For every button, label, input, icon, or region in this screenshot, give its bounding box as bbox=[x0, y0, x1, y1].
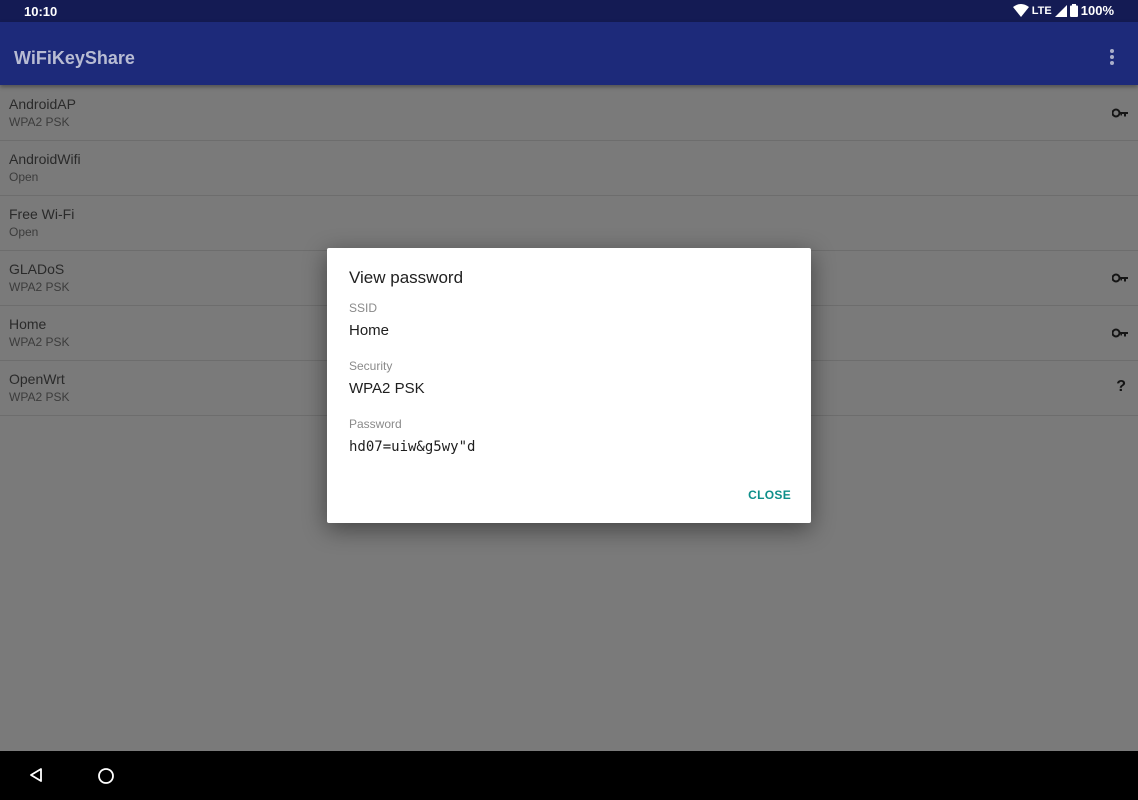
key-icon[interactable] bbox=[1112, 105, 1128, 121]
network-ssid: AndroidAP bbox=[9, 96, 76, 112]
network-ssid: AndroidWifi bbox=[9, 151, 81, 167]
network-item-androidap[interactable]: AndroidAP WPA2 PSK bbox=[0, 86, 1138, 141]
security-value: WPA2 PSK bbox=[349, 380, 425, 397]
view-password-dialog: View password SSID Home Security WPA2 PS… bbox=[327, 248, 811, 523]
network-ssid: OpenWrt bbox=[9, 371, 65, 387]
network-item-androidwifi[interactable]: AndroidWifi Open bbox=[0, 141, 1138, 196]
key-icon[interactable] bbox=[1112, 270, 1128, 286]
status-bar: 10:10 LTE 100% bbox=[0, 0, 1138, 22]
security-label: Security bbox=[349, 359, 393, 373]
back-icon[interactable] bbox=[28, 767, 44, 783]
status-time: 10:10 bbox=[24, 4, 58, 19]
network-security: WPA2 PSK bbox=[9, 390, 70, 404]
network-security: WPA2 PSK bbox=[9, 280, 70, 294]
network-security: WPA2 PSK bbox=[9, 335, 70, 349]
network-ssid: Home bbox=[9, 316, 47, 332]
wifi-icon bbox=[1012, 4, 1029, 17]
unknown-password-icon[interactable]: ? bbox=[1116, 378, 1126, 395]
network-security: Open bbox=[9, 225, 39, 239]
signal-icon bbox=[1054, 4, 1067, 17]
more-vert-icon[interactable] bbox=[1104, 48, 1120, 68]
battery-level: 100% bbox=[1080, 3, 1114, 18]
password-value: hd07=uiw&g5wy"d bbox=[349, 439, 476, 455]
password-label: Password bbox=[349, 417, 402, 431]
ssid-label: SSID bbox=[349, 301, 378, 315]
key-icon[interactable] bbox=[1112, 325, 1128, 341]
network-ssid: GLADoS bbox=[9, 261, 65, 277]
app-bar: WiFiKeyShare bbox=[0, 22, 1138, 85]
network-ssid: Free Wi-Fi bbox=[9, 206, 75, 222]
status-indicators: LTE 100% bbox=[1012, 3, 1114, 18]
navigation-bar bbox=[0, 751, 1138, 800]
home-icon[interactable] bbox=[97, 767, 115, 785]
network-security: WPA2 PSK bbox=[9, 115, 70, 129]
network-security: Open bbox=[9, 170, 39, 184]
close-button[interactable]: CLOSE bbox=[748, 488, 791, 502]
battery-icon bbox=[1069, 4, 1078, 17]
network-item-free-wifi[interactable]: Free Wi-Fi Open bbox=[0, 196, 1138, 251]
app-title: WiFiKeyShare bbox=[14, 48, 135, 68]
dialog-title: View password bbox=[349, 268, 464, 287]
network-type: LTE bbox=[1031, 4, 1052, 17]
ssid-value: Home bbox=[349, 322, 390, 339]
